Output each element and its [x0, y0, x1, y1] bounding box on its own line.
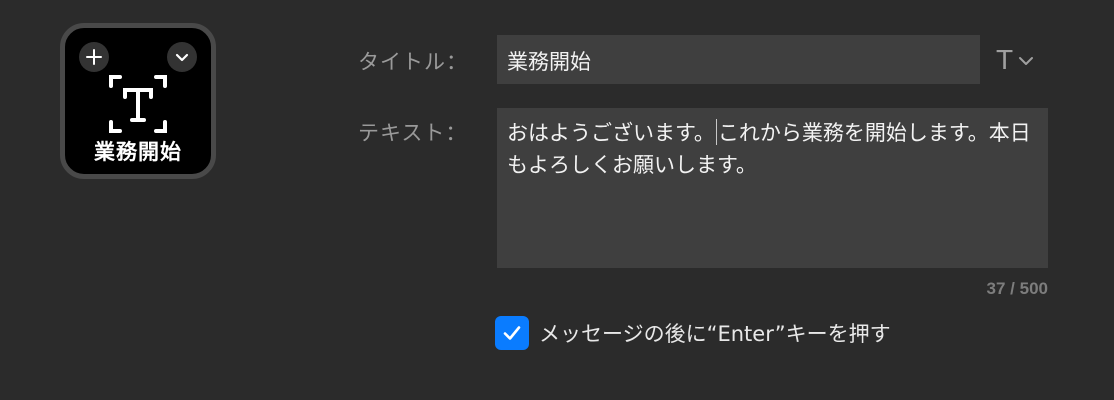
action-tile[interactable]: 業務開始	[60, 23, 216, 179]
text-caret	[715, 119, 717, 145]
chevron-down-icon	[1019, 57, 1034, 65]
tile-menu-button[interactable]	[167, 42, 197, 72]
chevron-down-icon	[175, 53, 189, 62]
press-enter-label: メッセージの後に“Enter”キーを押す	[539, 322, 891, 346]
text-action-settings-panel: 業務開始 タイトル： 業務開始 T テキスト： おはようございます。 これから業務…	[0, 0, 1114, 400]
checkmark-icon	[503, 326, 521, 340]
press-enter-checkbox[interactable]	[495, 316, 529, 350]
text-cursor-icon	[109, 75, 167, 133]
title-label: タイトル：	[358, 50, 468, 74]
title-input[interactable]: 業務開始	[497, 35, 980, 84]
message-textarea[interactable]: おはようございます。 これから業務を開始します。本日もよろしくお願いします。	[497, 108, 1048, 268]
font-format-button[interactable]: T	[996, 44, 1035, 76]
press-enter-option[interactable]: メッセージの後に“Enter”キーを押す	[495, 316, 891, 350]
tile-label: 業務開始	[94, 140, 182, 164]
text-before-caret: おはようございます。	[507, 121, 715, 145]
text-format-icon: T	[996, 44, 1014, 75]
add-button[interactable]	[79, 42, 109, 72]
text-label: テキスト：	[358, 121, 468, 145]
character-counter: 37 / 500	[986, 279, 1048, 298]
plus-icon	[86, 49, 102, 65]
